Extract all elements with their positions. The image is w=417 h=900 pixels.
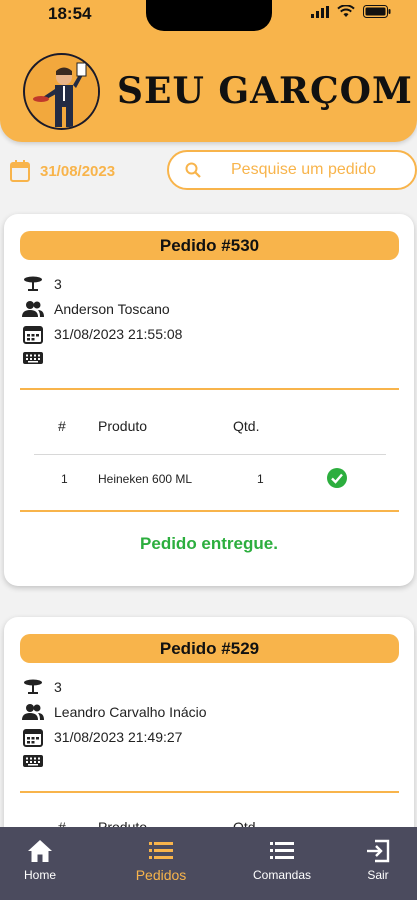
order-customer: Leandro Carvalho Inácio (54, 704, 207, 720)
status-icons (311, 5, 391, 18)
order-card[interactable]: Pedido #530 3 Anderson Toscano 31/08/202… (4, 214, 414, 586)
order-status: Pedido entregue. (140, 534, 278, 553)
tab-label: Comandas (252, 868, 312, 882)
order-title: Pedido #529 (20, 634, 399, 663)
order-customer-row: Leandro Carvalho Inácio (22, 703, 207, 721)
item-product: Heineken 600 ML (98, 472, 193, 486)
order-datetime-row: 31/08/2023 21:49:27 (22, 727, 182, 747)
search-box[interactable] (167, 150, 417, 190)
tab-label: Home (23, 868, 56, 882)
col-number: # (58, 418, 66, 434)
battery-icon (363, 5, 391, 18)
tab-pedidos[interactable]: Pedidos (109, 827, 213, 900)
order-keyboard-row (22, 754, 44, 768)
check-circle-icon[interactable] (327, 468, 347, 488)
keyboard-icon (23, 352, 43, 364)
date-filter[interactable]: 31/08/2023 (10, 160, 115, 182)
keyboard-icon (23, 755, 43, 767)
camera-notch (146, 0, 272, 31)
order-customer-row: Anderson Toscano (22, 300, 170, 318)
calendar-icon (23, 326, 43, 344)
status-time: 18:54 (48, 4, 92, 23)
order-datetime: 31/08/2023 21:49:27 (54, 729, 183, 745)
search-input[interactable] (169, 161, 415, 179)
tab-home[interactable]: Home (0, 827, 92, 900)
order-table: 3 (54, 276, 62, 292)
tab-bar: Home Pedidos Comandas Sair (0, 827, 417, 900)
exit-icon (367, 839, 390, 863)
tab-label: Sair (367, 868, 389, 882)
calendar-icon (23, 729, 43, 747)
search-icon (185, 162, 201, 178)
order-title: Pedido #530 (20, 231, 399, 260)
order-datetime: 31/08/2023 21:55:08 (54, 326, 183, 342)
row-divider (34, 454, 386, 455)
divider (20, 510, 399, 512)
col-product: Produto (98, 418, 148, 434)
table-icon (24, 679, 42, 694)
tab-sair[interactable]: Sair (326, 827, 417, 900)
table-icon (24, 276, 42, 291)
tab-label: Pedidos (135, 867, 187, 883)
people-icon (22, 704, 44, 720)
tab-comandas[interactable]: Comandas (230, 827, 334, 900)
list-icon (270, 842, 294, 859)
order-keyboard-row (22, 351, 44, 365)
order-table-row: 3 (22, 679, 62, 695)
app-title: SEU GARÇOM (117, 70, 413, 112)
waiter-logo (23, 53, 100, 130)
app-header: 18:54 SEU GARÇOM (0, 0, 417, 142)
order-datetime-row: 31/08/2023 21:55:08 (22, 324, 182, 344)
date-value: 31/08/2023 (40, 162, 116, 180)
calendar-icon (10, 160, 30, 182)
divider (20, 388, 399, 390)
wifi-icon (337, 5, 355, 17)
col-qty: Qtd. (233, 418, 260, 434)
people-icon (22, 301, 44, 317)
divider (20, 791, 399, 793)
list-icon (149, 842, 173, 859)
order-table: 3 (54, 679, 62, 695)
item-number: 1 (61, 472, 68, 486)
item-qty: 1 (257, 472, 264, 486)
signal-icon (311, 5, 329, 18)
order-table-row: 3 (22, 276, 62, 292)
home-icon (28, 840, 52, 862)
order-customer: Anderson Toscano (54, 301, 170, 317)
